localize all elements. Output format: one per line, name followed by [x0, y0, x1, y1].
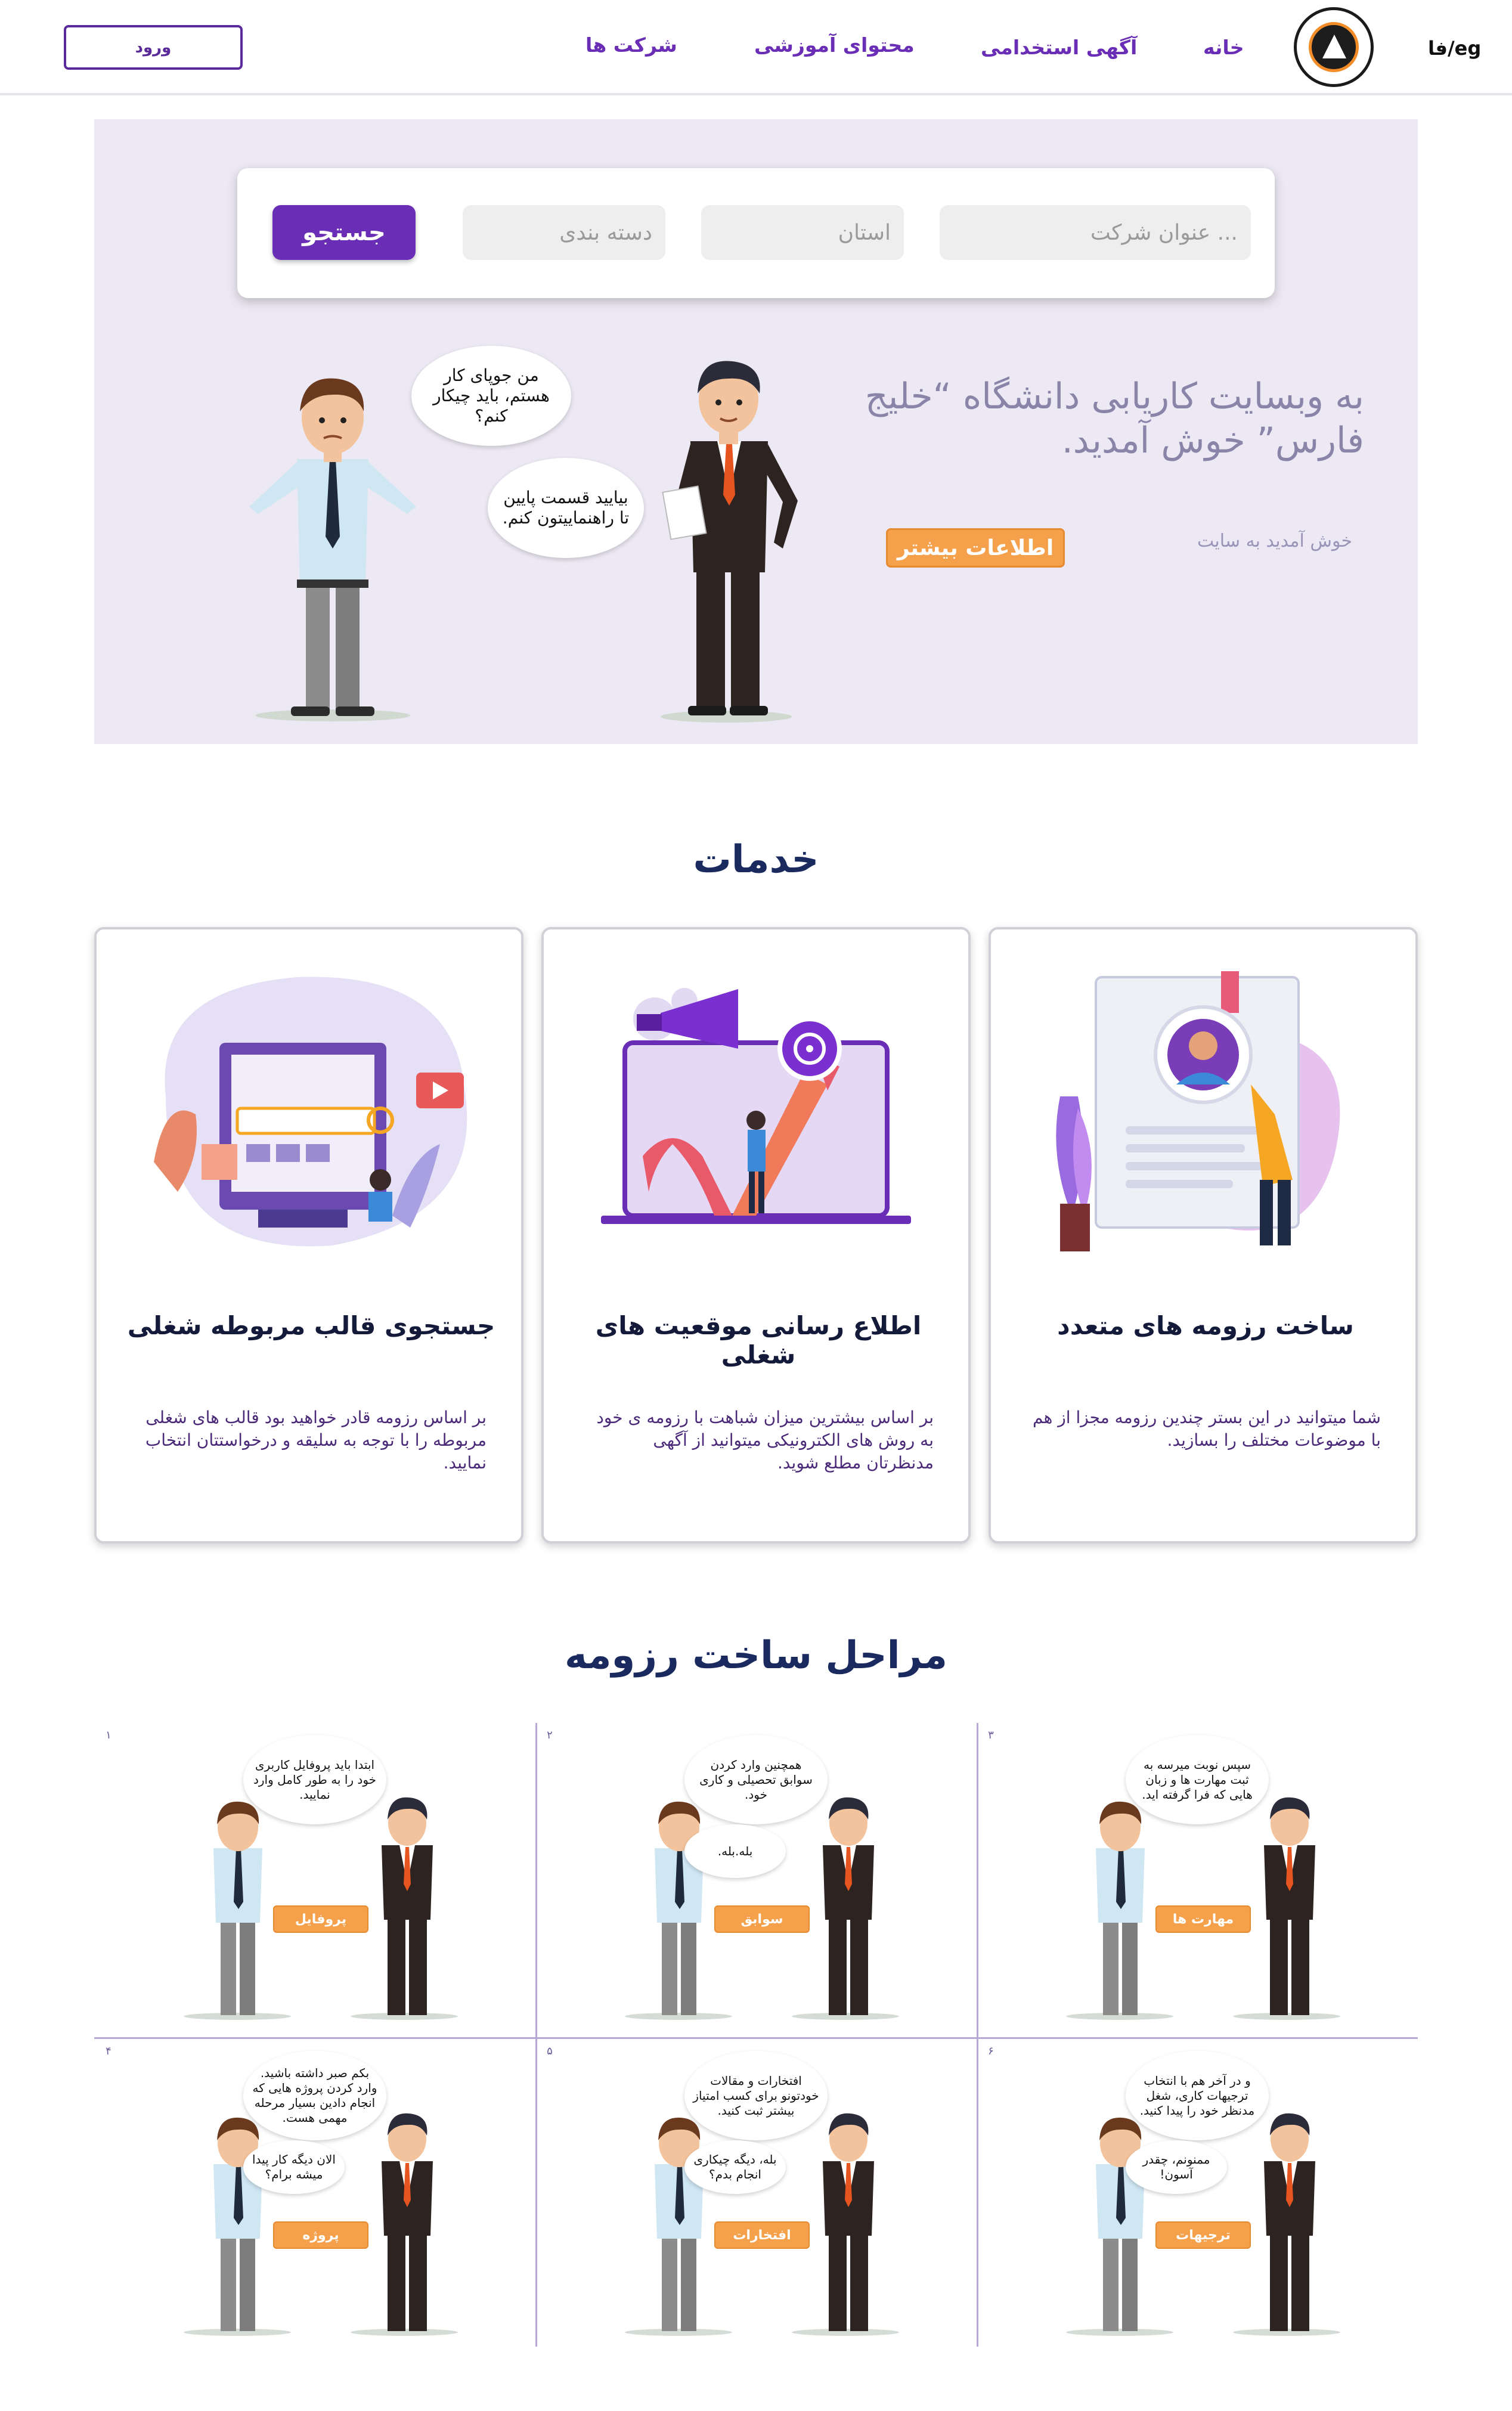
login-button[interactable]: ورود: [64, 25, 243, 70]
service-card-description: بر اساس بیشترین میزان شباهت با رزومه ی خ…: [596, 1408, 934, 1473]
resume-steps-title: مراحل ساخت رزومه: [565, 1634, 947, 1678]
step-label-tag[interactable]: پروفایل: [273, 1905, 368, 1933]
step-speech-bubble: سپس نوبت میرسه به ثبت مهارت ها و زبان ها…: [1126, 1735, 1269, 1824]
resume-step: ۳ سپس نوبت میرسه به ثبت مهارت ها و زبان ه…: [977, 1723, 1418, 2033]
service-card-resume[interactable]: ساخت رزومه های متعدد شما میتوانید در این…: [989, 927, 1418, 1544]
resume-step: ۴ بکم صبر داشته باشید. وارد کردن پروژه ها…: [94, 2039, 535, 2349]
step-number-badge: ۶: [977, 2045, 1005, 2069]
guide-illustration: [661, 361, 798, 723]
step-label-tag[interactable]: پروژه: [273, 2221, 368, 2249]
nav-companies[interactable]: شرکت ها: [585, 33, 677, 57]
service-card-title: اطلاع رسانی موقعیت های شغلی: [595, 1311, 922, 1369]
resume-step: ۵ افتخارات و مقالات خودتونو برای کسب امتی…: [535, 2039, 977, 2349]
step-label-tag[interactable]: ترجیهات: [1155, 2221, 1251, 2249]
company-title-input[interactable]: [940, 205, 1251, 260]
service-card-title: جستجوی قالب مربوطه شغلی: [127, 1311, 495, 1340]
service-card-job-alerts[interactable]: اطلاع رسانی موقعیت های شغلی بر اساس بیشت…: [541, 927, 971, 1544]
service-card-description: بر اساس رزومه قادر خواهید بود قالب های ش…: [145, 1408, 487, 1473]
guide-speech-bubble: بیایید قسمت پایین تا راهنماییتون کنم.: [488, 458, 644, 558]
province-input[interactable]: [701, 205, 904, 260]
step-reply-bubble: الان دیگه کار پیدا میشه برام؟: [243, 2140, 345, 2194]
resume-step: ۲ همچنین وارد کردن سوابق تحصیلی و کاری خو…: [535, 1723, 977, 2033]
step-speech-bubble: بکم صبر داشته باشید. وارد کردن پروژه های…: [243, 2051, 386, 2140]
resume-steps-grid: ۱ ابتدا باید پروفایل کاربری خود را به طور…: [94, 1723, 1418, 2347]
resume-step: ۱ ابتدا باید پروفایل کاربری خود را به طور…: [94, 1723, 535, 2033]
step-reply-bubble: بله.بله.: [684, 1824, 786, 1878]
resume-building-illustration: [1056, 971, 1340, 1251]
step-speech-bubble: افتخارات و مقالات خودتونو برای کسب امتیا…: [684, 2051, 828, 2140]
step-number-badge: ۲: [535, 1729, 564, 1753]
job-search-illustration: [154, 977, 467, 1247]
step-label-tag[interactable]: افتخارات: [714, 2221, 810, 2249]
service-card-description: شما میتوانید در این بستر چندین رزومه مجز…: [1032, 1408, 1381, 1450]
resume-step: ۶ و در آخر هم با انتخاب ترجیهات کاری، شغل…: [977, 2039, 1418, 2349]
language-toggle[interactable]: فا/eg: [1428, 37, 1481, 60]
nav-home[interactable]: خانه: [1203, 36, 1244, 59]
hero-section: جستجو به وبسایت کاریابی دانشگاه “خلیج فا…: [94, 119, 1418, 744]
category-input[interactable]: [463, 205, 665, 260]
step-number-badge: ۴: [94, 2045, 123, 2069]
seeker-speech-bubble: من جوپای کار هستم، باید چیکار کنم؟: [411, 346, 571, 446]
step-label-tag[interactable]: سوابق: [714, 1905, 810, 1933]
job-seeker-illustration: [249, 378, 416, 721]
step-reply-bubble: بله، دیگه چیکاری انجام بدم؟: [684, 2140, 786, 2194]
navbar: فا/eg خانه آگهی استخدامی محتوای آموزشی ش…: [0, 0, 1512, 95]
step-reply-bubble: ممنونم، چقدر آسون!: [1126, 2140, 1227, 2194]
nav-jobs[interactable]: آگهی استخدامی: [981, 36, 1137, 59]
university-logo[interactable]: [1294, 7, 1374, 87]
service-card-job-search[interactable]: جستجوی قالب مربوطه شغلی بر اساس رزومه قا…: [94, 927, 523, 1544]
step-speech-bubble: و در آخر هم با انتخاب ترجیهات کاری، شغل …: [1126, 2051, 1269, 2140]
nav-educational-content[interactable]: محتوای آموزشی: [754, 33, 915, 57]
step-number-badge: ۱: [94, 1729, 123, 1753]
service-card-title: ساخت رزومه های متعدد: [1057, 1311, 1354, 1340]
step-speech-bubble: ابتدا باید پروفایل کاربری خود را به طور …: [243, 1735, 386, 1824]
job-alerts-illustration: [601, 988, 911, 1224]
services-title: خدمات: [693, 838, 819, 882]
more-info-button[interactable]: اطلاعات بیشتر: [886, 528, 1065, 568]
step-number-badge: ۵: [535, 2045, 564, 2069]
search-panel: جستجو: [237, 168, 1275, 298]
search-button[interactable]: جستجو: [272, 205, 416, 260]
logo-emblem-icon: [1309, 22, 1359, 72]
step-speech-bubble: همچنین وارد کردن سوابق تحصیلی و کاری خود…: [684, 1735, 828, 1824]
step-label-tag[interactable]: مهارت ها: [1155, 1905, 1251, 1933]
welcome-subtitle: خوش آمدید به سایت: [1197, 531, 1352, 551]
welcome-heading: به وبسایت کاریابی دانشگاه “خلیج فارس” خو…: [865, 376, 1364, 461]
step-number-badge: ۳: [977, 1729, 1005, 1753]
